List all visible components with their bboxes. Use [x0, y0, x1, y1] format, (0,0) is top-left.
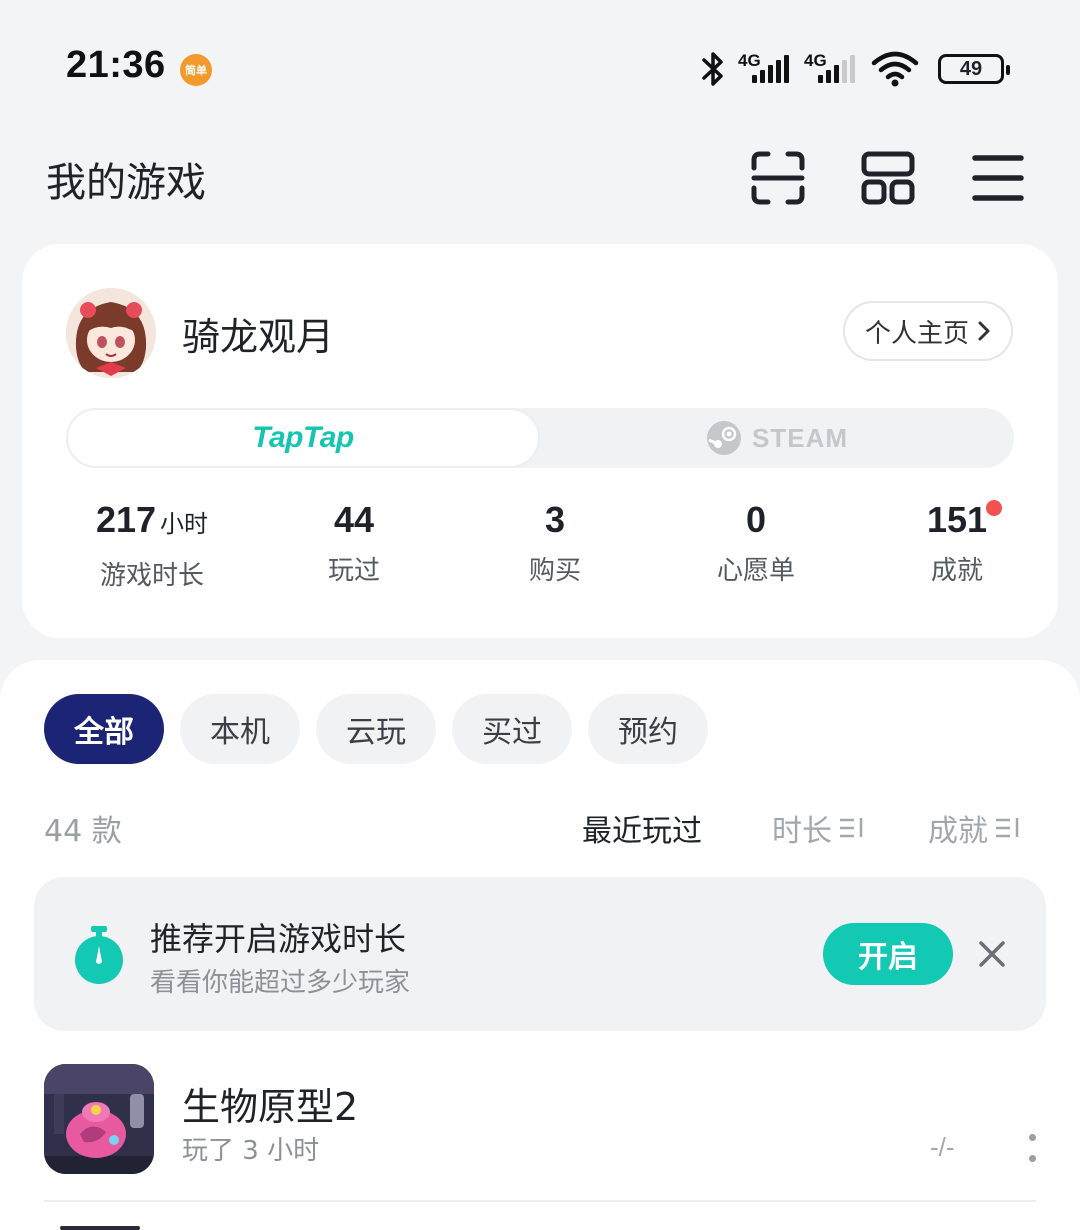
- sort-icon: [840, 818, 863, 838]
- game-playtime: 玩了 3 小时: [182, 1136, 320, 1166]
- avatar[interactable]: [66, 288, 156, 378]
- taptap-logo: TapTap: [252, 421, 354, 454]
- sort-label: 时长: [772, 814, 832, 849]
- tab-steam[interactable]: STEAM: [540, 408, 1014, 468]
- filter-chip-cloud[interactable]: 云玩: [316, 694, 436, 764]
- filter-chip-local[interactable]: 本机: [180, 694, 300, 764]
- status-icons: 4G 4G 49: [696, 48, 1010, 90]
- game-icon[interactable]: [44, 1064, 154, 1174]
- wifi-icon: [871, 51, 919, 87]
- notification-app-icon: 简单: [180, 54, 212, 86]
- stopwatch-icon: [70, 924, 128, 990]
- sort-recent[interactable]: 最近玩过: [582, 806, 702, 850]
- sort-label: 最近玩过: [582, 814, 702, 849]
- stat-value: 44: [333, 499, 375, 540]
- layout-grid-icon[interactable]: [860, 150, 916, 206]
- stat-unit: 小时: [160, 511, 209, 538]
- battery-icon: 49: [938, 54, 1010, 84]
- stat-label: 玩过: [327, 556, 380, 586]
- page-title: 我的游戏: [46, 160, 206, 206]
- banner-title: 推荐开启游戏时长: [150, 920, 407, 958]
- sort-playtime[interactable]: 时长: [772, 806, 866, 850]
- filter-chip-bought[interactable]: 买过: [452, 694, 572, 764]
- bluetooth-icon: [702, 52, 723, 86]
- filter-chip-all[interactable]: 全部: [44, 694, 164, 764]
- stat-value: 3: [544, 499, 566, 540]
- homepage-label: 个人主页: [864, 318, 969, 349]
- row-divider: [44, 1200, 1036, 1202]
- more-options-icon[interactable]: [1024, 1134, 1040, 1162]
- username: 骑龙观月: [182, 315, 335, 359]
- steam-label: STEAM: [752, 422, 848, 453]
- sort-achievements[interactable]: 成就: [928, 806, 1022, 850]
- stat-value: 217: [95, 499, 157, 540]
- stat-achievements[interactable]: 151 成就: [857, 498, 1057, 587]
- chevron-right-icon: [978, 321, 990, 341]
- banner-subtitle: 看看你能超过多少玩家: [150, 968, 411, 998]
- menu-icon[interactable]: [970, 150, 1026, 206]
- filter-chip-reserved[interactable]: 预约: [588, 694, 708, 764]
- stat-label: 心愿单: [716, 556, 795, 586]
- stat-label: 购买: [528, 556, 581, 586]
- signal-icon: 4G: [804, 51, 862, 87]
- tab-taptap[interactable]: TapTap: [66, 408, 540, 468]
- stat-value: 151: [926, 499, 988, 540]
- sort-icon: [996, 818, 1019, 838]
- status-time: 21:36: [66, 44, 166, 86]
- enable-playtime-button[interactable]: 开启: [823, 923, 953, 985]
- close-icon[interactable]: [972, 930, 1012, 978]
- game-title[interactable]: 生物原型2: [182, 1076, 358, 1131]
- stat-playtime[interactable]: 217 小时 游戏时长: [52, 498, 252, 592]
- stat-wishlist[interactable]: 0 心愿单: [656, 498, 856, 587]
- game-count: 44 款: [44, 814, 122, 849]
- notification-dot: [986, 500, 1002, 516]
- stat-label: 成就: [930, 556, 983, 586]
- profile-homepage-button[interactable]: 个人主页: [843, 301, 1013, 361]
- sort-label: 成就: [928, 814, 988, 849]
- next-game-icon: [60, 1226, 140, 1230]
- scan-icon[interactable]: [750, 150, 806, 206]
- game-achievements: -/-: [930, 1132, 955, 1162]
- steam-icon: [707, 421, 741, 455]
- stat-played[interactable]: 44 玩过: [254, 498, 454, 587]
- stat-label: 游戏时长: [99, 561, 204, 591]
- signal-icon: 4G: [738, 51, 796, 87]
- stat-purchased[interactable]: 3 购买: [455, 498, 655, 587]
- stat-value: 0: [745, 499, 767, 540]
